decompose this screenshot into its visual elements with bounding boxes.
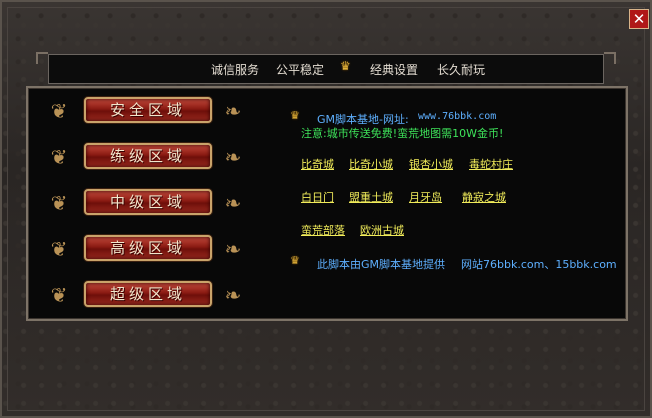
notice-text: 注意:城市传送免费!蛮荒地图需10W金币!	[301, 127, 504, 140]
link-silent-city[interactable]: 静寂之城	[462, 189, 506, 205]
corner-ornament	[604, 52, 616, 64]
scroll-ornament-icon: ❦	[50, 237, 68, 261]
link-biqi-city[interactable]: 比奇城	[301, 156, 334, 172]
site-url: www.76bbk.com	[418, 111, 497, 122]
footer-label: 此脚本由GM脚本基地提供	[317, 258, 446, 271]
link-crescent-island[interactable]: 月牙岛	[409, 189, 442, 205]
zone-button-intermediate[interactable]: 中级区域	[84, 189, 212, 215]
menu-item-integrity[interactable]: 诚信服务	[211, 61, 259, 77]
link-europe-city[interactable]: 欧洲古城	[360, 222, 404, 238]
zone-button-safe[interactable]: 安全区域	[84, 97, 212, 123]
menu-item-durable[interactable]: 长久耐玩	[437, 61, 485, 77]
link-bairimen[interactable]: 白日门	[301, 189, 334, 205]
scroll-ornament-icon: ❦	[50, 283, 68, 307]
link-snake-village[interactable]: 毒蛇村庄	[469, 156, 513, 172]
zone-button-super[interactable]: 超级区域	[84, 281, 212, 307]
footer-sites: 网站76bbk.com、15bbk.com	[461, 258, 617, 271]
crown-icon: ♛	[290, 109, 300, 122]
scroll-ornament-icon: ❧	[224, 237, 242, 261]
zone-row-leveling: ❦ 练级区域 ❧	[48, 142, 248, 172]
zone-button-advanced[interactable]: 高级区域	[84, 235, 212, 261]
scroll-ornament-icon: ❧	[224, 191, 242, 215]
link-ginkgo-town[interactable]: 银杏小城	[409, 156, 453, 172]
zone-row-intermediate: ❦ 中级区域 ❧	[48, 188, 248, 218]
corner-ornament	[36, 52, 48, 64]
scroll-ornament-icon: ❧	[224, 283, 242, 307]
scroll-ornament-icon: ❦	[50, 145, 68, 169]
zone-row-safe: ❦ 安全区域 ❧	[48, 96, 248, 126]
scroll-ornament-icon: ❧	[224, 99, 242, 123]
top-menu-bar	[48, 54, 604, 84]
link-wild-tribe[interactable]: 蛮荒部落	[301, 222, 345, 238]
crown-icon: ♛	[340, 59, 351, 73]
close-button[interactable]: ✕	[629, 9, 649, 29]
link-mengzhong[interactable]: 盟重土城	[349, 189, 393, 205]
zone-row-super: ❦ 超级区域 ❧	[48, 280, 248, 310]
crown-icon: ♛	[290, 254, 300, 267]
close-icon: ✕	[632, 10, 646, 28]
link-biqi-town[interactable]: 比奇小城	[349, 156, 393, 172]
zone-button-leveling[interactable]: 练级区域	[84, 143, 212, 169]
scroll-ornament-icon: ❦	[50, 191, 68, 215]
menu-item-classic[interactable]: 经典设置	[370, 61, 418, 77]
scroll-ornament-icon: ❧	[224, 145, 242, 169]
menu-item-fair[interactable]: 公平稳定	[276, 61, 324, 77]
zone-row-advanced: ❦ 高级区域 ❧	[48, 234, 248, 264]
scroll-ornament-icon: ❦	[50, 99, 68, 123]
